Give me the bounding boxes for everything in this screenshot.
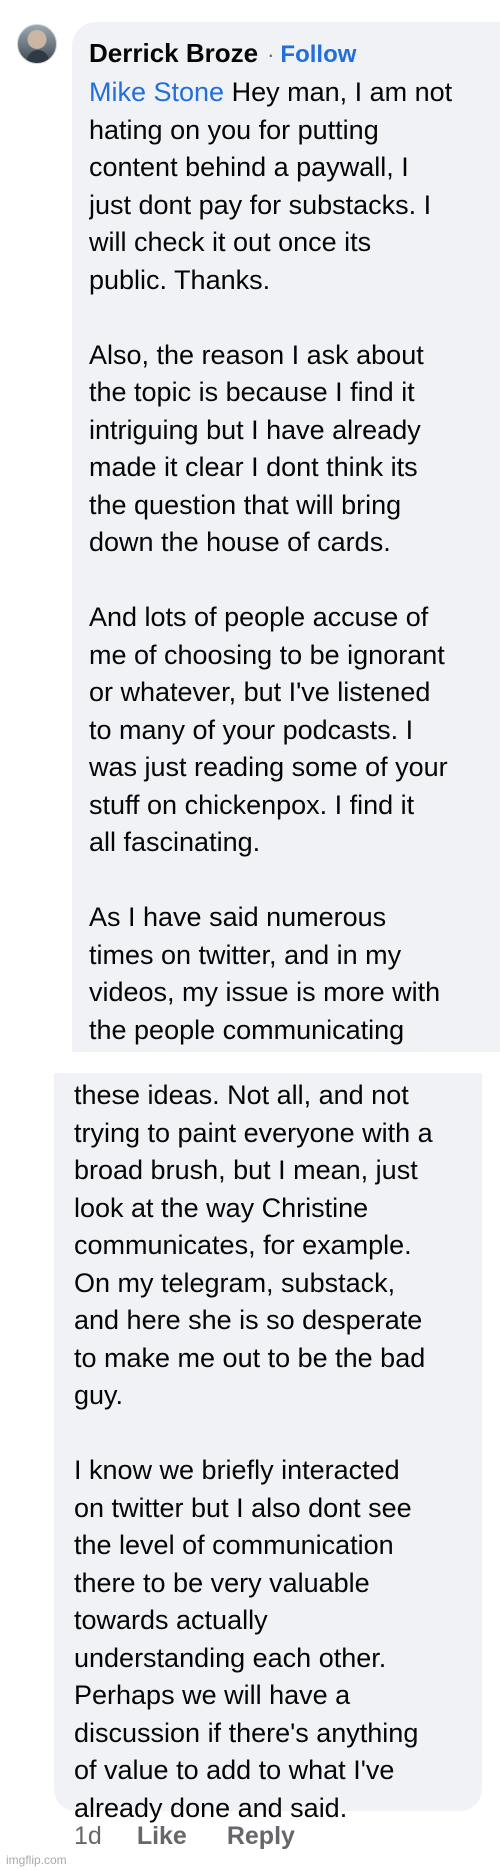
avatar-silhouette — [27, 50, 49, 63]
comment-timestamp[interactable]: 1d — [74, 1822, 102, 1851]
author-name[interactable]: Derrick Broze — [89, 38, 258, 69]
separator-dot: · — [267, 42, 275, 67]
comment-header: Derrick Broze · Follow — [89, 38, 356, 69]
reply-button[interactable]: Reply — [227, 1822, 295, 1851]
mention-link[interactable]: Mike Stone — [89, 77, 224, 107]
comment-body-part1: Hey man, I am not hating on you for putt… — [89, 77, 453, 1045]
comment-text-part1: Mike Stone Hey man, I am not hating on y… — [89, 74, 499, 1052]
like-button[interactable]: Like — [137, 1822, 187, 1851]
comment-text-part2: these ideas. Not all, and not trying to … — [74, 1080, 433, 1823]
follow-button[interactable]: Follow — [280, 41, 356, 69]
comment-actions: 1d Like Reply — [74, 1822, 295, 1851]
avatar[interactable] — [17, 24, 57, 64]
watermark: imgflip.com — [6, 1853, 67, 1867]
